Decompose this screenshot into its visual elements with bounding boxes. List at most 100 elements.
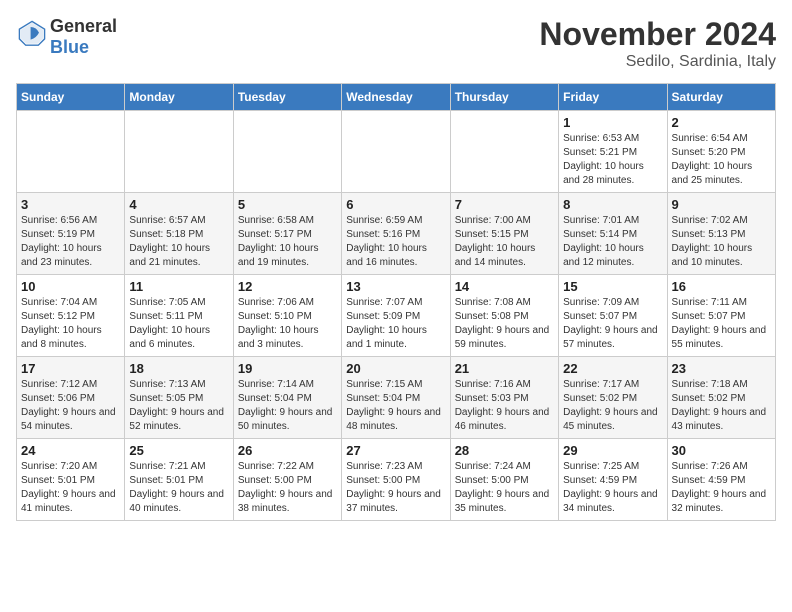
logo: General Blue [16,16,117,57]
day-info: Sunrise: 7:12 AM Sunset: 5:06 PM Dayligh… [21,378,120,434]
calendar-week-5: 24 Sunrise: 7:20 AM Sunset: 5:01 PM Dayli… [17,439,776,521]
day-number: 8 [563,197,662,212]
day-number: 6 [346,197,445,212]
weekday-header-tuesday: Tuesday [233,84,341,111]
day-info: Sunrise: 7:26 AM Sunset: 4:59 PM Dayligh… [672,460,771,516]
day-info: Sunrise: 7:14 AM Sunset: 5:04 PM Dayligh… [238,378,337,434]
calendar-body: 1Sunrise: 6:53 AM Sunset: 5:21 PM Daylig… [17,111,776,521]
calendar-week-4: 17 Sunrise: 7:12 AM Sunset: 5:06 PM Dayli… [17,357,776,439]
calendar-cell: 4Sunrise: 6:57 AM Sunset: 5:18 PM Daylig… [125,193,233,275]
day-info: Sunrise: 7:06 AM Sunset: 5:10 PM Dayligh… [238,296,337,352]
calendar-cell: 19 Sunrise: 7:14 AM Sunset: 5:04 PM Dayli… [233,357,341,439]
day-number: 24 [21,443,120,458]
calendar-cell: 1Sunrise: 6:53 AM Sunset: 5:21 PM Daylig… [559,111,667,193]
day-number: 7 [455,197,554,212]
day-info: Sunrise: 7:20 AM Sunset: 5:01 PM Dayligh… [21,460,120,516]
day-info: Sunrise: 7:11 AM Sunset: 5:07 PM Dayligh… [672,296,771,352]
weekday-header-thursday: Thursday [450,84,558,111]
day-number: 13 [346,279,445,294]
calendar-cell: 17 Sunrise: 7:12 AM Sunset: 5:06 PM Dayli… [17,357,125,439]
calendar-cell: 29 Sunrise: 7:25 AM Sunset: 4:59 PM Dayli… [559,439,667,521]
location-title: Sedilo, Sardinia, Italy [539,53,776,71]
day-number: 22 [563,361,662,376]
calendar-cell: 24 Sunrise: 7:20 AM Sunset: 5:01 PM Dayli… [17,439,125,521]
calendar-cell: 23 Sunrise: 7:18 AM Sunset: 5:02 PM Dayli… [667,357,775,439]
calendar-cell: 9 Sunrise: 7:02 AM Sunset: 5:13 PM Daylig… [667,193,775,275]
day-info: Sunrise: 7:22 AM Sunset: 5:00 PM Dayligh… [238,460,337,516]
day-number: 23 [672,361,771,376]
day-number: 9 [672,197,771,212]
calendar-cell: 25 Sunrise: 7:21 AM Sunset: 5:01 PM Dayli… [125,439,233,521]
day-number: 16 [672,279,771,294]
day-number: 20 [346,361,445,376]
day-number: 11 [129,279,228,294]
calendar-cell: 3 Sunrise: 6:56 AM Sunset: 5:19 PM Daylig… [17,193,125,275]
calendar-cell: 11 Sunrise: 7:05 AM Sunset: 5:11 PM Dayli… [125,275,233,357]
day-number: 15 [563,279,662,294]
day-number: 3 [21,197,120,212]
calendar-cell: 13 Sunrise: 7:07 AM Sunset: 5:09 PM Dayli… [342,275,450,357]
weekday-header-saturday: Saturday [667,84,775,111]
day-number: 26 [238,443,337,458]
day-number: 14 [455,279,554,294]
day-info: Sunrise: 7:09 AM Sunset: 5:07 PM Dayligh… [563,296,662,352]
calendar-cell: 16 Sunrise: 7:11 AM Sunset: 5:07 PM Dayli… [667,275,775,357]
header: General Blue November 2024 Sedilo, Sardi… [16,16,776,71]
calendar-cell: 20 Sunrise: 7:15 AM Sunset: 5:04 PM Dayli… [342,357,450,439]
day-info: Sunrise: 7:00 AM Sunset: 5:15 PM Dayligh… [455,214,554,270]
logo-line1: General [50,16,117,37]
day-number: 21 [455,361,554,376]
day-info: Sunrise: 7:18 AM Sunset: 5:02 PM Dayligh… [672,378,771,434]
calendar-cell: 28Sunrise: 7:24 AM Sunset: 5:00 PM Dayli… [450,439,558,521]
day-info: Sunrise: 7:15 AM Sunset: 5:04 PM Dayligh… [346,378,445,434]
day-info: Sunrise: 7:21 AM Sunset: 5:01 PM Dayligh… [129,460,228,516]
day-info: Sunrise: 7:05 AM Sunset: 5:11 PM Dayligh… [129,296,228,352]
calendar-cell: 30 Sunrise: 7:26 AM Sunset: 4:59 PM Dayli… [667,439,775,521]
day-number: 29 [563,443,662,458]
calendar-cell [342,111,450,193]
day-info: Sunrise: 7:23 AM Sunset: 5:00 PM Dayligh… [346,460,445,516]
day-info: Sunrise: 7:17 AM Sunset: 5:02 PM Dayligh… [563,378,662,434]
calendar-cell: 7 Sunrise: 7:00 AM Sunset: 5:15 PM Daylig… [450,193,558,275]
calendar-week-2: 3 Sunrise: 6:56 AM Sunset: 5:19 PM Daylig… [17,193,776,275]
logo-line2: Blue [50,37,117,58]
calendar-cell: 22 Sunrise: 7:17 AM Sunset: 5:02 PM Dayli… [559,357,667,439]
day-number: 30 [672,443,771,458]
calendar-cell [17,111,125,193]
day-number: 12 [238,279,337,294]
day-number: 10 [21,279,120,294]
day-info: Sunrise: 7:02 AM Sunset: 5:13 PM Dayligh… [672,214,771,270]
title-section: November 2024 Sedilo, Sardinia, Italy [539,16,776,71]
day-info: Sunrise: 6:56 AM Sunset: 5:19 PM Dayligh… [21,214,120,270]
day-info: Sunrise: 7:08 AM Sunset: 5:08 PM Dayligh… [455,296,554,352]
logo-icon [18,20,46,48]
day-info: Sunrise: 6:54 AM Sunset: 5:20 PM Dayligh… [672,132,771,188]
day-info: Sunrise: 7:07 AM Sunset: 5:09 PM Dayligh… [346,296,445,352]
day-info: Sunrise: 7:13 AM Sunset: 5:05 PM Dayligh… [129,378,228,434]
day-info: Sunrise: 7:01 AM Sunset: 5:14 PM Dayligh… [563,214,662,270]
day-info: Sunrise: 7:24 AM Sunset: 5:00 PM Dayligh… [455,460,554,516]
day-number: 2 [672,115,771,130]
day-number: 1 [563,115,662,130]
calendar-table: SundayMondayTuesdayWednesdayThursdayFrid… [16,83,776,521]
calendar-cell: 27Sunrise: 7:23 AM Sunset: 5:00 PM Dayli… [342,439,450,521]
day-number: 19 [238,361,337,376]
day-number: 25 [129,443,228,458]
calendar-cell: 8 Sunrise: 7:01 AM Sunset: 5:14 PM Daylig… [559,193,667,275]
calendar-cell: 12 Sunrise: 7:06 AM Sunset: 5:10 PM Dayli… [233,275,341,357]
calendar-cell [450,111,558,193]
day-number: 18 [129,361,228,376]
calendar-week-3: 10Sunrise: 7:04 AM Sunset: 5:12 PM Dayli… [17,275,776,357]
weekday-header-monday: Monday [125,84,233,111]
calendar-cell: 26 Sunrise: 7:22 AM Sunset: 5:00 PM Dayli… [233,439,341,521]
day-info: Sunrise: 7:25 AM Sunset: 4:59 PM Dayligh… [563,460,662,516]
month-title: November 2024 [539,16,776,53]
calendar-cell: 2 Sunrise: 6:54 AM Sunset: 5:20 PM Daylig… [667,111,775,193]
calendar-week-1: 1Sunrise: 6:53 AM Sunset: 5:21 PM Daylig… [17,111,776,193]
calendar-cell: 6 Sunrise: 6:59 AM Sunset: 5:16 PM Daylig… [342,193,450,275]
calendar-cell [233,111,341,193]
day-info: Sunrise: 6:59 AM Sunset: 5:16 PM Dayligh… [346,214,445,270]
weekday-header-row: SundayMondayTuesdayWednesdayThursdayFrid… [17,84,776,111]
day-number: 17 [21,361,120,376]
calendar-cell: 21Sunrise: 7:16 AM Sunset: 5:03 PM Dayli… [450,357,558,439]
